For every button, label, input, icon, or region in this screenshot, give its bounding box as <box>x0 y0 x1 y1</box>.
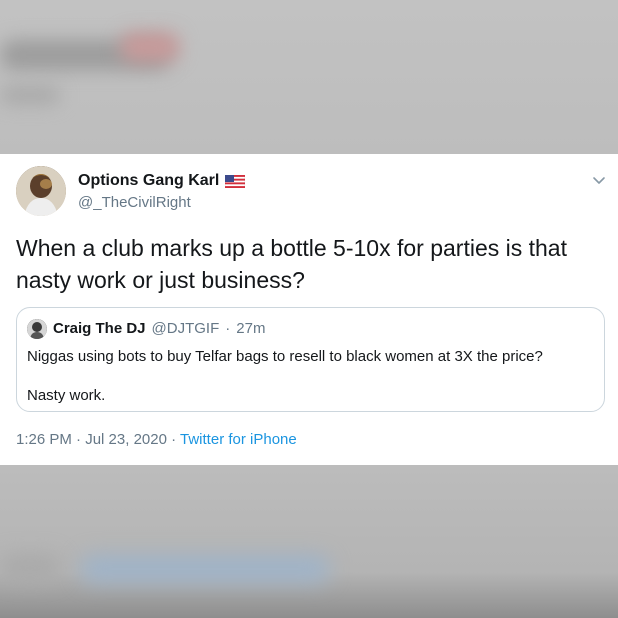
blurred-background-bottom <box>0 465 618 618</box>
tweet-text: When a club marks up a bottle 5-10x for … <box>16 235 567 293</box>
quoted-author-handle[interactable]: @DJTGIF <box>152 320 220 337</box>
author-avatar[interactable] <box>16 166 66 216</box>
blurred-shape <box>120 32 180 62</box>
author-handle[interactable]: @_TheCivilRight <box>78 194 191 211</box>
quoted-tweet-header: Craig The DJ @DJTGIF · 27m <box>53 320 265 337</box>
separator-dot: · <box>166 431 181 448</box>
quoted-tweet-text-line: Nasty work. <box>27 387 106 404</box>
quoted-author-avatar[interactable] <box>27 319 47 339</box>
chevron-down-icon[interactable] <box>590 171 608 189</box>
separator-dot: · <box>71 431 86 448</box>
author-display-name[interactable]: Options Gang Karl <box>78 172 219 190</box>
us-flag-icon <box>225 174 246 188</box>
quoted-tweet-time[interactable]: 27m <box>236 320 265 337</box>
blurred-shape <box>0 86 60 104</box>
tweet-source-link[interactable]: Twitter for iPhone <box>180 431 297 448</box>
separator-dot: · <box>225 320 231 337</box>
blurred-shape <box>80 555 330 583</box>
author-name-row: Options Gang Karl <box>78 172 246 190</box>
tweet-card: Options Gang Karl @_TheCivilRight When a… <box>0 154 618 465</box>
quoted-tweet[interactable]: Craig The DJ @DJTGIF · 27m Niggas using … <box>16 307 605 412</box>
tweet-date[interactable]: Jul 23, 2020 <box>85 431 167 448</box>
blurred-shape <box>0 555 60 581</box>
blurred-background-top <box>0 0 618 154</box>
tweet-metadata: 1:26 PM · Jul 23, 2020 · Twitter for iPh… <box>16 431 297 448</box>
quoted-tweet-text-line: Niggas using bots to buy Telfar bags to … <box>27 348 543 365</box>
tweet-time[interactable]: 1:26 PM <box>16 431 72 448</box>
quoted-author-name[interactable]: Craig The DJ <box>53 320 146 337</box>
